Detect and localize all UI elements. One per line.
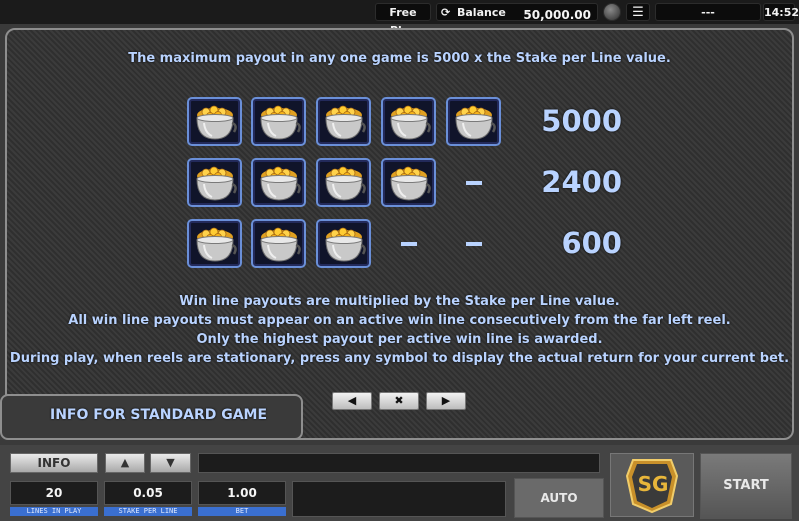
close-paytable-button[interactable]: ✖ (379, 392, 419, 410)
pot-of-gold-symbol[interactable] (251, 219, 306, 268)
status-text: --- (655, 3, 761, 21)
pot-of-gold-icon (454, 104, 496, 141)
pot-of-gold-icon (324, 226, 366, 263)
pot-of-gold-symbol[interactable] (251, 158, 306, 207)
info-tab-title: INFO FOR STANDARD GAME (50, 407, 268, 423)
win-display (292, 481, 506, 517)
previous-page-button[interactable]: ◀ (332, 392, 372, 410)
logo-box: SG (610, 453, 694, 517)
lines-in-play-caption: LINES IN PLAY (10, 507, 98, 516)
pot-of-gold-icon (389, 165, 431, 202)
balance-label: Balance (457, 6, 506, 19)
pot-of-gold-icon (259, 226, 301, 263)
payout-value: 5000 (541, 104, 622, 138)
pot-of-gold-icon (195, 165, 237, 202)
right-arrow-icon: ▶ (441, 394, 451, 407)
info-line: Only the highest payout per active win l… (196, 332, 603, 347)
stake-per-line-caption: STAKE PER LINE (104, 507, 192, 516)
pot-of-gold-icon (195, 226, 237, 263)
pot-of-gold-icon (389, 104, 431, 141)
pot-of-gold-symbol[interactable] (316, 158, 371, 207)
message-bar (198, 453, 600, 473)
pot-of-gold-symbol[interactable] (381, 158, 436, 207)
balance-value: 50,000.00 (523, 8, 591, 22)
empty-reel-dash (466, 181, 482, 185)
refresh-icon[interactable]: ⟳ (441, 4, 450, 22)
pot-of-gold-icon (324, 104, 366, 141)
bet-value: 1.00 (198, 481, 286, 505)
pot-of-gold-symbol[interactable] (446, 97, 501, 146)
lines-down-button[interactable]: ▼ (150, 453, 191, 473)
close-icon: ✖ (394, 394, 404, 407)
menu-icon[interactable]: ☰ (626, 3, 650, 21)
logo-text: SG (637, 472, 669, 496)
pot-of-gold-icon (259, 165, 301, 202)
sound-toggle-icon[interactable] (603, 3, 621, 21)
lines-up-button[interactable]: ▲ (105, 453, 145, 473)
pot-of-gold-icon (324, 165, 366, 202)
pot-of-gold-symbol[interactable] (381, 97, 436, 146)
info-line: Win line payouts are multiplied by the S… (179, 294, 620, 309)
pot-of-gold-symbol[interactable] (316, 97, 371, 146)
paytable-info-text: Win line payouts are multiplied by the S… (0, 292, 799, 368)
stake-per-line-value[interactable]: 0.05 (104, 481, 192, 505)
pot-of-gold-symbol[interactable] (187, 158, 242, 207)
empty-reel-dash (401, 242, 417, 246)
next-page-button[interactable]: ▶ (426, 392, 466, 410)
auto-play-button[interactable]: AUTO (514, 478, 604, 518)
info-button[interactable]: INFO (10, 453, 98, 473)
down-arrow-icon: ▼ (166, 456, 175, 469)
max-payout-text: The maximum payout in any one game is 50… (128, 51, 671, 66)
free-play-button[interactable]: Free Play (375, 3, 431, 37)
up-arrow-icon: ▲ (120, 456, 130, 469)
pot-of-gold-symbol[interactable] (187, 97, 242, 146)
paytable-panel (5, 28, 794, 440)
payout-value: 2400 (541, 165, 622, 199)
payout-value: 600 (561, 226, 622, 260)
balance-display: ⟳ Balance 50,000.00 (436, 3, 598, 22)
pot-of-gold-icon (195, 104, 237, 141)
start-button[interactable]: START (700, 453, 792, 519)
empty-reel-dash (466, 242, 482, 246)
pot-of-gold-symbol[interactable] (251, 97, 306, 146)
pot-of-gold-symbol[interactable] (187, 219, 242, 268)
lines-in-play-value: 20 (10, 481, 98, 505)
info-line: During play, when reels are stationary, … (9, 351, 790, 366)
pot-of-gold-icon (259, 104, 301, 141)
left-arrow-icon: ◀ (347, 394, 357, 407)
pot-of-gold-symbol[interactable] (316, 219, 371, 268)
bet-caption: BET (198, 507, 286, 516)
clock: 14:52 (763, 3, 799, 21)
info-line: All win line payouts must appear on an a… (68, 313, 731, 328)
